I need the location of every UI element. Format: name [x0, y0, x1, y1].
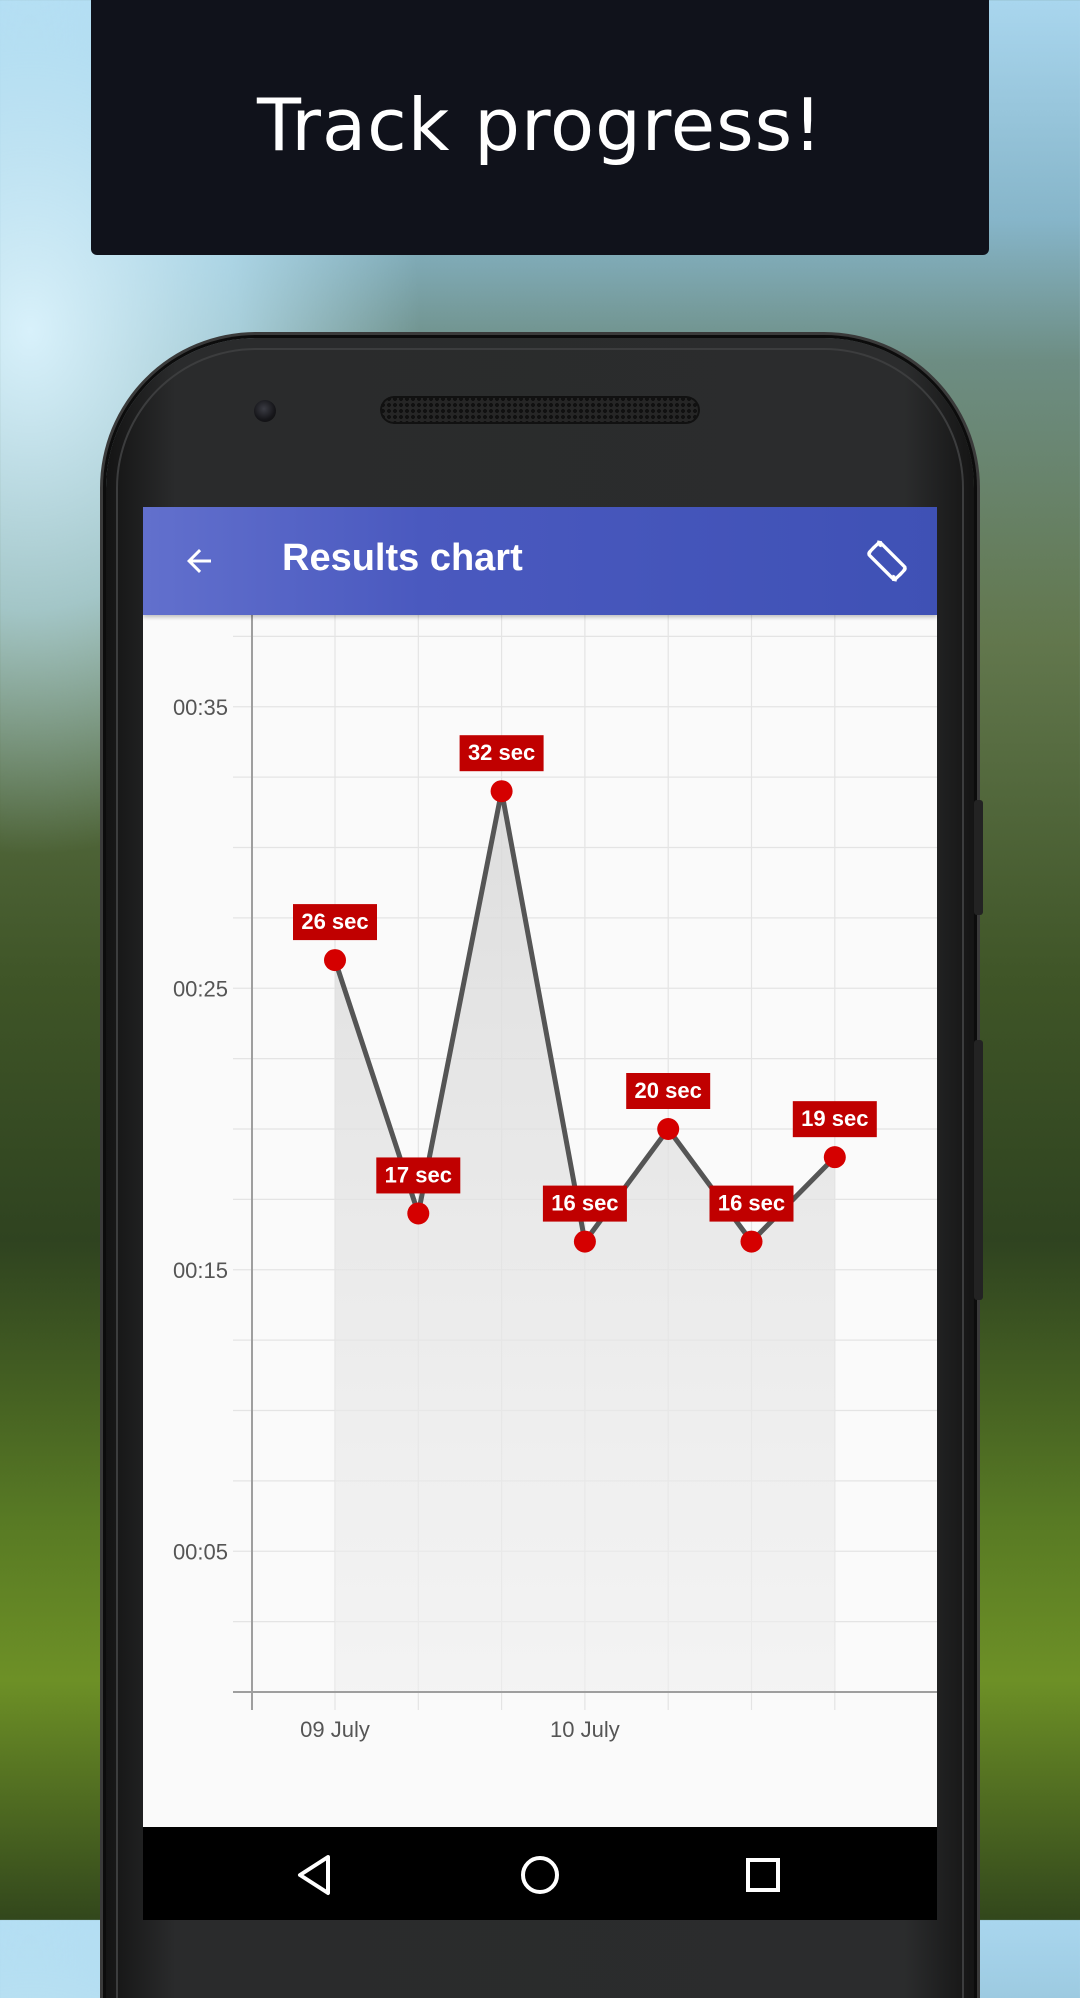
circle-home-icon [521, 1856, 559, 1894]
page-title: Results chart [282, 537, 523, 579]
data-label: 32 sec [459, 735, 544, 772]
data-label-text: 26 sec [301, 909, 368, 934]
y-tick-label: 00:25 [173, 976, 228, 1001]
data-label-text: 20 sec [635, 1078, 702, 1103]
y-tick-label: 00:35 [173, 695, 228, 720]
data-label: 16 sec [709, 1185, 794, 1222]
system-nav-bar [143, 1827, 937, 1920]
x-tick-label: 09 July [300, 1717, 370, 1742]
y-tick-label: 00:05 [173, 1539, 228, 1564]
data-label: 26 sec [293, 904, 377, 941]
data-point[interactable] [823, 1146, 846, 1169]
data-point[interactable] [573, 1230, 596, 1253]
data-point[interactable] [324, 949, 346, 972]
data-point[interactable] [407, 1202, 430, 1225]
nav-home-button[interactable] [510, 1845, 570, 1905]
triangle-back-icon [298, 1855, 330, 1895]
nav-recents-button[interactable] [733, 1845, 793, 1905]
earpiece-speaker [380, 396, 700, 424]
rotate-screen-button[interactable] [859, 533, 915, 589]
data-point[interactable] [490, 780, 513, 803]
data-label: 16 sec [542, 1185, 627, 1222]
app-bar: Results chart [143, 507, 937, 615]
x-tick-label: 10 July [550, 1717, 620, 1742]
data-label: 17 sec [376, 1157, 461, 1194]
back-button[interactable] [171, 533, 227, 589]
power-button [974, 1040, 983, 1300]
front-camera [254, 400, 276, 422]
volume-button [974, 800, 983, 915]
data-label: 19 sec [792, 1101, 877, 1138]
phone-screen: Results chart 26 sec 17 sec 32 sec 16 se… [143, 507, 937, 1920]
data-label-text: 16 sec [551, 1191, 618, 1216]
promo-banner: Track progress! [91, 0, 989, 255]
data-label-text: 19 sec [801, 1106, 868, 1131]
data-label-text: 32 sec [468, 740, 535, 765]
banner-title: Track progress! [257, 82, 823, 167]
screen-rotation-icon [867, 540, 907, 582]
data-label-text: 16 sec [718, 1191, 785, 1216]
y-tick-label: 00:15 [173, 1258, 228, 1283]
data-point[interactable] [740, 1230, 763, 1253]
data-point[interactable] [657, 1118, 680, 1140]
nav-back-button[interactable] [284, 1845, 344, 1905]
line-chart: 26 sec 17 sec 32 sec 16 sec 20 sec 16 sec 19 s… [173, 615, 937, 1742]
results-chart: 26 sec 17 sec 32 sec 16 sec 20 sec 16 sec 19 s… [143, 615, 937, 1833]
arrow-left-icon [187, 549, 211, 573]
square-recents-icon [746, 1858, 780, 1892]
data-label: 20 sec [626, 1073, 711, 1109]
data-label-text: 17 sec [385, 1162, 452, 1187]
